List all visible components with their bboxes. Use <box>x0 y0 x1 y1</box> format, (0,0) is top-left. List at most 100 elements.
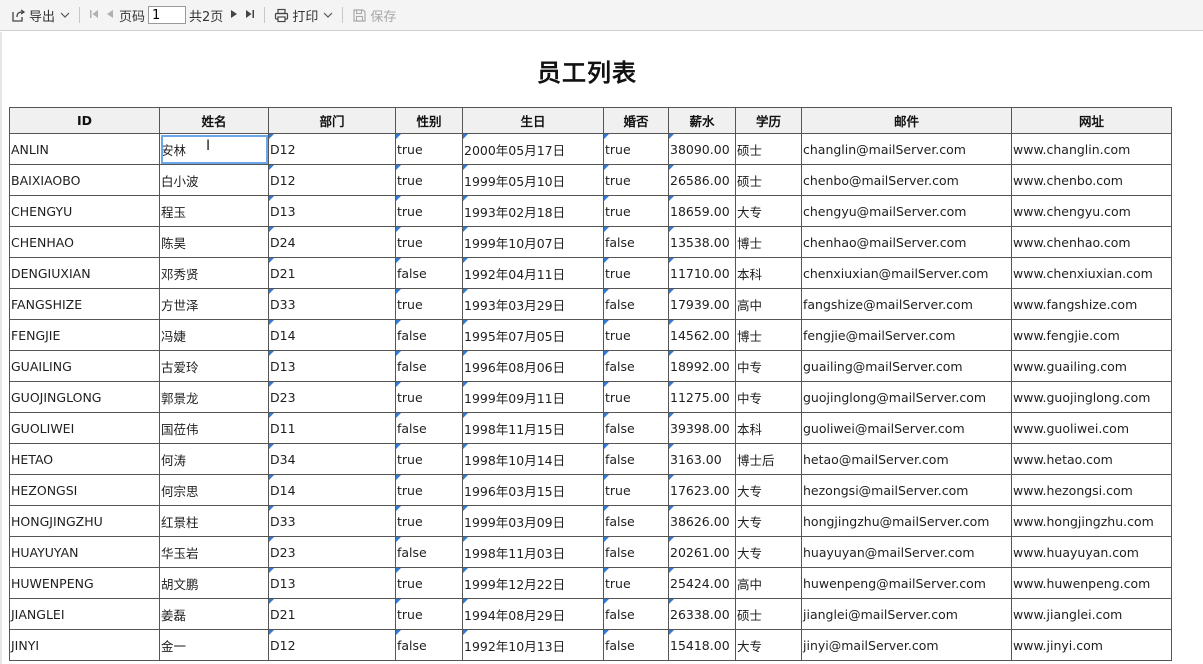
cell-website[interactable]: www.chenhao.com <box>1011 226 1172 258</box>
cell-education[interactable]: 大专 <box>735 195 802 227</box>
cell-id[interactable]: FENGJIE <box>9 319 160 351</box>
cell-email[interactable]: guojinglong@mailServer.com <box>801 381 1012 413</box>
cell-dept[interactable]: D13 <box>268 195 396 227</box>
cell-education[interactable]: 硕士 <box>735 598 802 630</box>
cell-salary[interactable]: 15418.00 <box>668 629 736 661</box>
cell-email[interactable]: fengjie@mailServer.com <box>801 319 1012 351</box>
cell-married[interactable]: true <box>603 195 669 227</box>
cell-name[interactable]: 陈昊 <box>159 226 269 258</box>
cell-salary[interactable]: 39398.00 <box>668 412 736 444</box>
cell-id[interactable]: BAIXIAOBO <box>9 164 160 196</box>
cell-website[interactable]: www.hongjingzhu.com <box>1011 505 1172 537</box>
next-page-icon[interactable] <box>227 9 242 22</box>
cell-married[interactable]: false <box>603 226 669 258</box>
cell-salary[interactable]: 38090.00 <box>668 133 736 165</box>
cell-salary[interactable]: 18659.00 <box>668 195 736 227</box>
cell-dept[interactable]: D12 <box>268 629 396 661</box>
cell-education[interactable]: 大专 <box>735 505 802 537</box>
cell-married[interactable]: true <box>603 257 669 289</box>
cell-id[interactable]: ANLIN <box>9 133 160 165</box>
cell-education[interactable]: 高中 <box>735 567 802 599</box>
prev-page-icon[interactable] <box>102 9 117 22</box>
cell-dept[interactable]: D21 <box>268 257 396 289</box>
cell-married[interactable]: false <box>603 288 669 320</box>
cell-salary[interactable]: 38626.00 <box>668 505 736 537</box>
cell-email[interactable]: jinyi@mailServer.com <box>801 629 1012 661</box>
cell-id[interactable]: JINYI <box>9 629 160 661</box>
cell-salary[interactable]: 18992.00 <box>668 350 736 382</box>
cell-email[interactable]: chenbo@mailServer.com <box>801 164 1012 196</box>
cell-gender[interactable]: true <box>395 133 463 165</box>
cell-birthday[interactable]: 1999年03月09日 <box>462 505 604 537</box>
cell-education[interactable]: 本科 <box>735 257 802 289</box>
cell-email[interactable]: jianglei@mailServer.com <box>801 598 1012 630</box>
cell-dept[interactable]: D33 <box>268 288 396 320</box>
cell-education[interactable]: 博士后 <box>735 443 802 475</box>
cell-dept[interactable]: D11 <box>268 412 396 444</box>
cell-id[interactable]: JIANGLEI <box>9 598 160 630</box>
cell-gender[interactable]: true <box>395 443 463 475</box>
cell-education[interactable]: 博士 <box>735 226 802 258</box>
cell-married[interactable]: false <box>603 443 669 475</box>
cell-gender[interactable]: true <box>395 567 463 599</box>
cell-name[interactable]: 国莅伟 <box>159 412 269 444</box>
cell-name[interactable]: 程玉 <box>159 195 269 227</box>
cell-salary[interactable]: 14562.00 <box>668 319 736 351</box>
save-button[interactable]: 保存 <box>349 6 399 25</box>
cell-gender[interactable]: true <box>395 474 463 506</box>
cell-website[interactable]: www.chenbo.com <box>1011 164 1172 196</box>
cell-id[interactable]: HETAO <box>9 443 160 475</box>
cell-dept[interactable]: D14 <box>268 319 396 351</box>
cell-birthday[interactable]: 1998年11月15日 <box>462 412 604 444</box>
cell-name[interactable]: 古爱玲 <box>159 350 269 382</box>
cell-id[interactable]: CHENGYU <box>9 195 160 227</box>
cell-name[interactable]: 郭景龙 <box>159 381 269 413</box>
cell-email[interactable]: guoliwei@mailServer.com <box>801 412 1012 444</box>
cell-website[interactable]: www.fengjie.com <box>1011 319 1172 351</box>
cell-website[interactable]: www.jinyi.com <box>1011 629 1172 661</box>
cell-gender[interactable]: true <box>395 195 463 227</box>
cell-birthday[interactable]: 1999年09月11日 <box>462 381 604 413</box>
cell-email[interactable]: guailing@mailServer.com <box>801 350 1012 382</box>
cell-birthday[interactable]: 1998年11月03日 <box>462 536 604 568</box>
cell-married[interactable]: false <box>603 505 669 537</box>
cell-birthday[interactable]: 1999年12月22日 <box>462 567 604 599</box>
first-page-icon[interactable] <box>86 9 102 22</box>
cell-married[interactable]: false <box>603 412 669 444</box>
cell-dept[interactable]: D34 <box>268 443 396 475</box>
cell-dept[interactable]: D21 <box>268 598 396 630</box>
cell-birthday[interactable]: 1999年10月07日 <box>462 226 604 258</box>
cell-gender[interactable]: false <box>395 319 463 351</box>
cell-birthday[interactable]: 2000年05月17日 <box>462 133 604 165</box>
cell-name[interactable]: 白小波 <box>159 164 269 196</box>
cell-education[interactable]: 中专 <box>735 350 802 382</box>
cell-married[interactable]: true <box>603 381 669 413</box>
last-page-icon[interactable] <box>242 9 258 22</box>
cell-gender[interactable]: false <box>395 536 463 568</box>
cell-birthday[interactable]: 1999年05月10日 <box>462 164 604 196</box>
cell-dept[interactable]: D24 <box>268 226 396 258</box>
cell-birthday[interactable]: 1995年07月05日 <box>462 319 604 351</box>
export-button[interactable]: 导出 <box>8 6 73 25</box>
cell-dept[interactable]: D33 <box>268 505 396 537</box>
cell-gender[interactable]: true <box>395 598 463 630</box>
cell-salary[interactable]: 11710.00 <box>668 257 736 289</box>
cell-name[interactable]: 安林 I <box>159 133 269 165</box>
cell-education[interactable]: 大专 <box>735 474 802 506</box>
cell-education[interactable]: 大专 <box>735 536 802 568</box>
cell-salary[interactable]: 20261.00 <box>668 536 736 568</box>
cell-dept[interactable]: D13 <box>268 567 396 599</box>
cell-gender[interactable]: true <box>395 288 463 320</box>
cell-id[interactable]: DENGIUXIAN <box>9 257 160 289</box>
cell-salary[interactable]: 3163.00 <box>668 443 736 475</box>
cell-gender[interactable]: false <box>395 257 463 289</box>
cell-education[interactable]: 中专 <box>735 381 802 413</box>
cell-salary[interactable]: 26338.00 <box>668 598 736 630</box>
cell-married[interactable]: false <box>603 536 669 568</box>
cell-gender[interactable]: true <box>395 226 463 258</box>
cell-id[interactable]: HEZONGSI <box>9 474 160 506</box>
cell-education[interactable]: 大专 <box>735 629 802 661</box>
cell-email[interactable]: hetao@mailServer.com <box>801 443 1012 475</box>
cell-salary[interactable]: 17939.00 <box>668 288 736 320</box>
cell-gender[interactable]: true <box>395 505 463 537</box>
